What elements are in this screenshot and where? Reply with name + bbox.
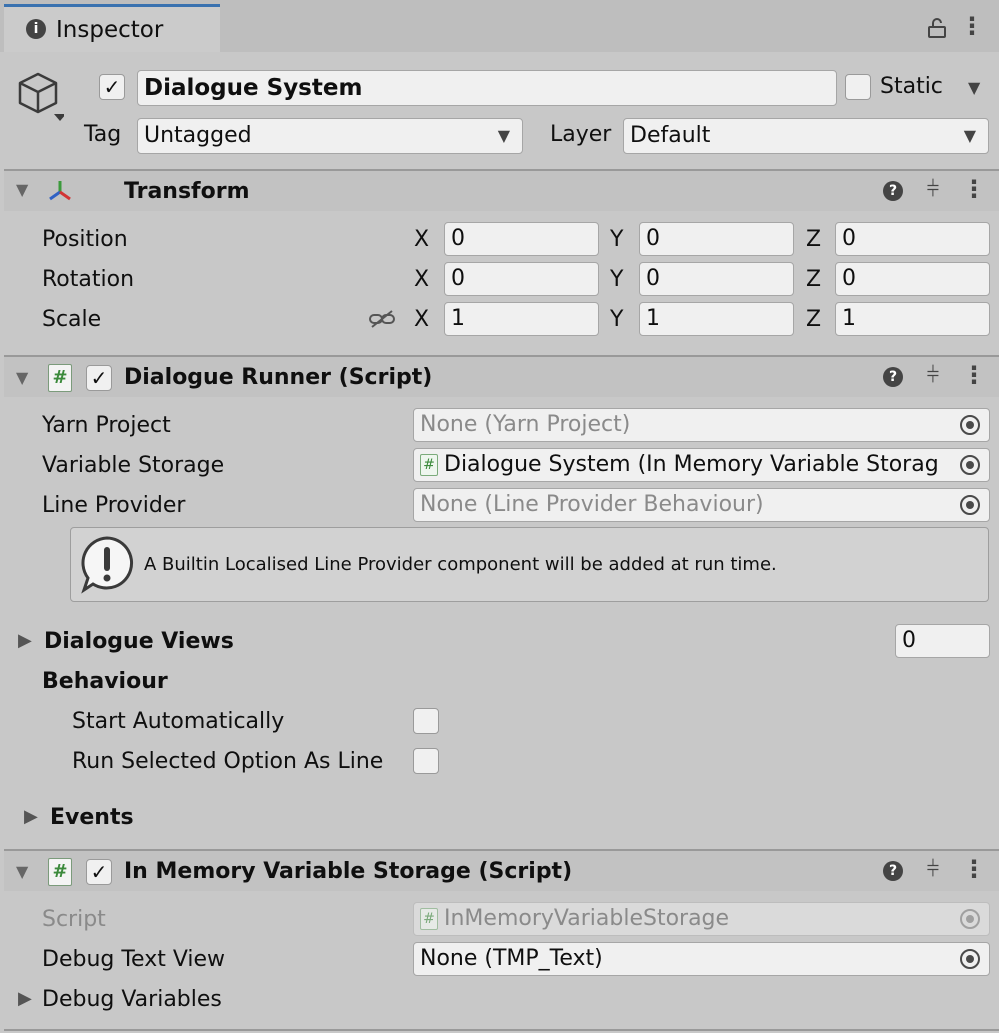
debug-variables-label[interactable]: Debug Variables <box>42 989 222 1011</box>
component-enabled-checkbox[interactable]: ✓ <box>86 365 112 391</box>
script-icon: # <box>48 858 72 886</box>
axis-z-label: Z <box>806 307 822 332</box>
settings-icon[interactable]: ⫩ <box>920 179 946 201</box>
more-icon[interactable]: ⋮ <box>962 857 986 881</box>
position-z-field[interactable]: 0 <box>835 222 990 256</box>
position-y-field[interactable]: 0 <box>639 222 794 256</box>
help-icon[interactable]: ? <box>883 181 903 201</box>
rotation-y-field[interactable]: 0 <box>639 262 794 296</box>
tag-label: Tag <box>84 122 122 147</box>
scale-label: Scale <box>42 307 102 332</box>
axis-z-label: Z <box>806 267 822 292</box>
scale-x-field[interactable]: 1 <box>444 302 599 336</box>
dialogue-views-label[interactable]: Dialogue Views <box>44 631 234 653</box>
static-dropdown-arrow[interactable]: ▼ <box>968 80 980 96</box>
run-selected-option-checkbox[interactable] <box>413 748 439 774</box>
transform-title: Transform <box>124 179 250 204</box>
chevron-down-icon: ▼ <box>497 126 510 145</box>
debug-text-view-value: None (TMP_Text) <box>420 946 603 971</box>
script-label: Script <box>42 907 106 932</box>
axis-y-label: Y <box>610 307 624 332</box>
line-provider-field[interactable]: None (Line Provider Behaviour) <box>413 488 990 522</box>
debug-text-view-label: Debug Text View <box>42 947 226 972</box>
object-picker-icon[interactable] <box>960 455 980 475</box>
layer-dropdown[interactable]: Default ▼ <box>623 118 989 154</box>
behaviour-label: Behaviour <box>42 669 168 694</box>
scale-y-field[interactable]: 1 <box>639 302 794 336</box>
script-value: InMemoryVariableStorage <box>444 906 730 931</box>
yarn-project-label: Yarn Project <box>42 413 171 438</box>
events-label[interactable]: Events <box>50 807 134 829</box>
axis-z-label: Z <box>806 227 822 252</box>
active-checkbox[interactable]: ✓ <box>99 74 125 100</box>
foldout-icon[interactable]: ▶ <box>18 990 32 1008</box>
gameobject-icon[interactable] <box>16 70 66 126</box>
help-icon[interactable]: ? <box>883 861 903 881</box>
dialogue-runner-title: Dialogue Runner (Script) <box>124 365 433 390</box>
position-x-field[interactable]: 0 <box>444 222 599 256</box>
dialogue-views-count[interactable]: 0 <box>895 624 990 658</box>
layer-value: Default <box>630 123 711 148</box>
component-enabled-checkbox[interactable]: ✓ <box>86 859 112 885</box>
axis-x-label: X <box>414 267 430 292</box>
settings-icon[interactable]: ⫩ <box>920 859 946 881</box>
foldout-icon[interactable]: ▼ <box>16 182 28 198</box>
rotation-label: Rotation <box>42 267 135 292</box>
axis-x-label: X <box>414 227 430 252</box>
rotation-x-field[interactable]: 0 <box>444 262 599 296</box>
more-icon[interactable]: ⋮ <box>962 177 986 201</box>
object-picker-icon[interactable] <box>960 415 980 435</box>
script-icon: # <box>420 454 438 476</box>
memory-storage-title: In Memory Variable Storage (Script) <box>124 859 573 884</box>
help-box-text: A Builtin Localised Line Provider compon… <box>144 554 777 575</box>
help-icon[interactable]: ? <box>883 367 903 387</box>
tab-title: Inspector <box>56 17 164 43</box>
foldout-icon[interactable]: ▶ <box>18 632 32 650</box>
tag-dropdown[interactable]: Untagged ▼ <box>137 118 523 154</box>
variable-storage-label: Variable Storage <box>42 453 225 478</box>
axis-x-label: X <box>414 307 430 332</box>
axis-y-label: Y <box>610 267 624 292</box>
yarn-project-field[interactable]: None (Yarn Project) <box>413 408 990 442</box>
foldout-icon[interactable]: ▼ <box>16 370 28 386</box>
line-provider-value: None (Line Provider Behaviour) <box>420 492 764 517</box>
yarn-project-value: None (Yarn Project) <box>420 412 631 437</box>
chevron-down-icon: ▼ <box>963 126 976 145</box>
more-icon[interactable]: ⋮ <box>960 14 984 38</box>
object-picker-icon[interactable] <box>960 495 980 515</box>
object-picker-icon <box>960 909 980 929</box>
run-selected-option-label: Run Selected Option As Line <box>72 749 384 774</box>
script-icon: # <box>48 364 72 392</box>
info-icon: i <box>26 19 46 39</box>
axis-y-label: Y <box>610 227 624 252</box>
unlink-icon[interactable] <box>368 308 396 330</box>
script-field: InMemoryVariableStorage <box>413 902 990 936</box>
more-icon[interactable]: ⋮ <box>962 363 986 387</box>
static-label: Static <box>880 74 943 99</box>
script-icon: # <box>420 908 438 930</box>
rotation-z-field[interactable]: 0 <box>835 262 990 296</box>
line-provider-label: Line Provider <box>42 493 186 518</box>
transform-icon <box>46 178 74 204</box>
foldout-icon[interactable]: ▶ <box>24 808 38 826</box>
tag-value: Untagged <box>144 123 252 148</box>
settings-icon[interactable]: ⫩ <box>920 365 946 387</box>
debug-text-view-field[interactable]: None (TMP_Text) <box>413 942 990 976</box>
layer-label: Layer <box>550 122 612 147</box>
object-picker-icon[interactable] <box>960 949 980 969</box>
static-checkbox[interactable] <box>845 74 871 100</box>
foldout-icon[interactable]: ▼ <box>16 864 28 880</box>
scale-z-field[interactable]: 1 <box>835 302 990 336</box>
start-automatically-checkbox[interactable] <box>413 708 439 734</box>
variable-storage-field[interactable]: Dialogue System (In Memory Variable Stor… <box>413 448 958 482</box>
divider <box>4 1029 999 1031</box>
lock-icon[interactable] <box>928 18 946 38</box>
variable-storage-value: Dialogue System (In Memory Variable Stor… <box>444 452 939 477</box>
warning-icon <box>78 534 136 594</box>
start-automatically-label: Start Automatically <box>72 709 285 734</box>
position-label: Position <box>42 227 128 252</box>
gameobject-name-field[interactable]: Dialogue System <box>137 70 837 106</box>
tab-inspector[interactable]: i Inspector <box>4 4 220 52</box>
